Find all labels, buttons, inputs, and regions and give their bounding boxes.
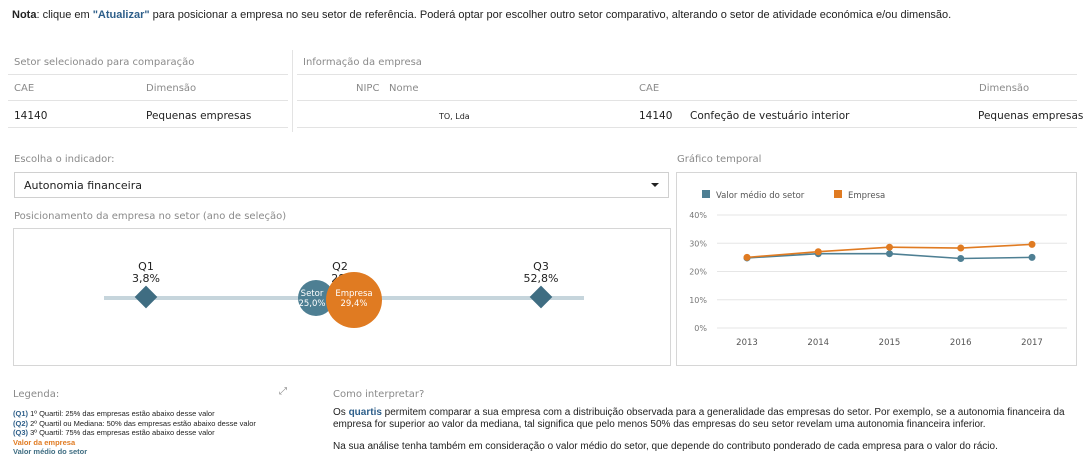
empresa-bubble-value: 29,4% <box>340 299 367 309</box>
y-tick-label: 10% <box>689 296 707 305</box>
legend-empresa: Valor da empresa <box>13 437 76 447</box>
instruction-note: Nota: clique em "Atualizar" para posicio… <box>12 9 951 21</box>
legend-swatch-1 <box>834 190 842 198</box>
note-text-after: para posicionar a empresa no seu setor d… <box>149 9 952 21</box>
empresa-bubble-label: Empresa <box>335 289 372 299</box>
legend-q2: (Q2) 2º Quartil ou Mediana: 50% das empr… <box>13 418 256 428</box>
interpretation-paragraph-2: Na sua análise tenha também em considera… <box>333 441 998 452</box>
company-dim-label: Dimensão <box>979 83 1030 94</box>
setor-bubble-value: 25,0% <box>298 299 325 309</box>
temporal-panel: Valor médio do setor Empresa 0% 10% 20% 30% 40… <box>676 172 1077 366</box>
chevron-down-icon <box>651 183 659 187</box>
legend-label-0: Valor médio do setor <box>716 190 805 201</box>
legend-q1: (Q1) 1º Quartil: 25% das empresas estão … <box>13 409 215 418</box>
series-point-0 <box>1028 253 1036 261</box>
series-point-1 <box>886 243 893 251</box>
sector-panel-title: Setor selecionado para comparação <box>14 57 195 68</box>
company-name-label: Nome <box>389 83 419 94</box>
sector-dim-label: Dimensão <box>146 83 197 94</box>
legend-setor: Valor médio do setor <box>13 447 88 456</box>
interpretation-title: Como interpretar? <box>333 389 425 400</box>
indicator-label: Escolha o indicador: <box>14 154 115 165</box>
sector-dim-value: Pequenas empresas <box>146 110 252 122</box>
x-tick-label: 2016 <box>950 338 972 348</box>
note-prefix: Nota <box>12 9 37 21</box>
note-text-before: : clique em <box>36 9 93 21</box>
company-cae-label: CAE <box>639 83 660 94</box>
x-tick-label: 2017 <box>1021 338 1043 348</box>
company-cae-description: Confeção de vestuário interior <box>690 110 850 122</box>
y-tick-label: 30% <box>689 239 707 248</box>
positioning-chart: Q1 3,8% Q2 28, Q3 52,8% Setor 25,0% Empr… <box>104 260 584 328</box>
company-name-value: TO, Lda <box>439 112 470 121</box>
legend-q3: (Q3) 3º Quartil: 75% das empresas estão … <box>13 428 215 437</box>
q3-marker <box>529 285 553 309</box>
legend-title: Legenda: <box>13 389 60 400</box>
y-tick-label: 0% <box>694 324 707 333</box>
sector-cae-value: 14140 <box>14 110 48 122</box>
temporal-chart: Valor médio do setor Empresa 0% 10% 20% 30% 40… <box>689 190 1067 348</box>
q3-value: 52,8% <box>524 272 559 285</box>
legend-swatch-0 <box>702 190 710 198</box>
company-nipc-label: NIPC <box>356 83 380 94</box>
x-tick-label: 2015 <box>879 338 901 348</box>
series-point-1 <box>743 253 751 261</box>
y-tick-label: 20% <box>689 268 707 277</box>
setor-bubble-label: Setor <box>301 289 324 299</box>
indicator-select[interactable]: Autonomia financeira <box>14 172 669 198</box>
indicator-selected-value: Autonomia financeira <box>24 179 142 192</box>
series-point-0 <box>957 255 965 263</box>
series-point-1 <box>957 244 965 252</box>
company-cae-value: 14140 <box>639 110 673 122</box>
company-dim-value: Pequenas empresas <box>978 110 1083 122</box>
q1-value: 3,8% <box>132 272 160 285</box>
series-point-0 <box>886 250 893 258</box>
legend-label-1: Empresa <box>848 191 885 201</box>
company-panel-title: Informação da empresa <box>303 57 422 68</box>
sector-cae-label: CAE <box>14 83 35 94</box>
series-point-1 <box>814 248 822 256</box>
x-tick-label: 2014 <box>807 338 829 348</box>
positioning-title: Posicionamento da empresa no setor (ano … <box>14 211 287 222</box>
legend-body: (Q1) 1º Quartil: 25% das empresas estão … <box>13 409 256 457</box>
expand-icon[interactable]: ⤢ <box>279 386 287 397</box>
q1-marker <box>134 285 158 309</box>
x-tick-label: 2013 <box>736 338 758 348</box>
y-tick-label: 40% <box>689 211 707 220</box>
interpretation-paragraph-1: Os quartis permitem comparar a sua empre… <box>333 407 1065 430</box>
positioning-panel: Q1 3,8% Q2 28, Q3 52,8% Setor 25,0% Empr… <box>13 228 671 366</box>
note-action: "Atualizar" <box>92 9 150 21</box>
series-point-1 <box>1028 240 1036 248</box>
temporal-title: Gráfico temporal <box>677 154 762 165</box>
